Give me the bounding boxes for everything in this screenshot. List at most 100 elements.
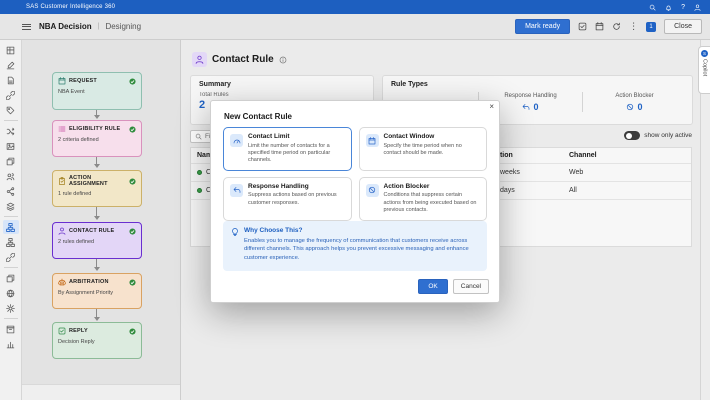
check-circle-icon xyxy=(129,228,136,235)
decision-flow-panel: REQUEST NBA Event ELIGIBILITY RULE 2 cri… xyxy=(22,40,181,400)
decision-mode: Designing xyxy=(105,22,141,31)
close-button[interactable]: Close xyxy=(664,19,702,34)
rail-divider xyxy=(4,318,18,319)
search-icon xyxy=(195,133,202,140)
flow-node-subtitle: 1 rule defined xyxy=(58,191,136,197)
bell-icon[interactable] xyxy=(665,4,672,11)
rule-types-heading: Rule Types xyxy=(391,81,684,88)
mark-ready-button[interactable]: Mark ready xyxy=(515,19,570,34)
help-icon[interactable]: ? xyxy=(681,4,685,11)
flow-node-reply[interactable]: REPLY Decision Reply xyxy=(52,322,142,359)
response-icon xyxy=(230,184,243,197)
rule-channel: All xyxy=(569,187,685,194)
flow-node-subtitle: By Assignment Priority xyxy=(58,290,136,296)
sidebar-item-document[interactable] xyxy=(3,73,19,87)
option-title: Contact Limit xyxy=(248,133,345,140)
sidebar-item-shuffle[interactable] xyxy=(3,124,19,138)
option-desc: Suppress actions based on previous custo… xyxy=(248,192,345,207)
sidebar-item-decision[interactable] xyxy=(3,220,19,234)
page-title: Contact Rule xyxy=(212,54,274,65)
sidebar-item-report[interactable] xyxy=(3,337,19,351)
why-choose-this-panel: Why Choose This? Enables you to manage t… xyxy=(223,221,487,271)
flow-node-title: ACTION ASSIGNMENT xyxy=(69,175,126,187)
option-desc: Limit the number of contacts for a speci… xyxy=(248,143,345,165)
user-icon[interactable] xyxy=(694,4,701,11)
kebab-icon[interactable]: ⋮ xyxy=(629,22,638,31)
option-action-blocker[interactable]: Action Blocker Conditions that suppress … xyxy=(359,177,488,221)
option-title: Action Blocker xyxy=(384,183,481,190)
why-body: Enables you to manage the frequency of c… xyxy=(244,237,479,262)
check-circle-icon xyxy=(129,328,136,335)
option-contact-limit[interactable]: Contact Limit Limit the number of contac… xyxy=(223,127,352,171)
sidebar-item-sitemap[interactable] xyxy=(3,235,19,249)
rail-divider xyxy=(4,120,18,121)
flow-node-title: CONTACT RULE xyxy=(69,228,126,234)
column-channel[interactable]: Channel xyxy=(569,152,685,159)
sidebar-item-globe[interactable] xyxy=(3,286,19,300)
rail-divider xyxy=(4,267,18,268)
option-desc: Conditions that suppress certain actions… xyxy=(384,192,481,214)
info-icon[interactable] xyxy=(279,56,287,64)
contact-rule-chip-icon xyxy=(192,52,207,67)
sidebar-item-connect[interactable] xyxy=(3,250,19,264)
sidebar-item-edit[interactable] xyxy=(3,58,19,72)
flow-node-eligibility-rule[interactable]: ELIGIBILITY RULE 2 criteria defined xyxy=(52,120,142,157)
sidebar-item-archive[interactable] xyxy=(3,322,19,336)
blocker-icon xyxy=(626,103,634,111)
sidebar-item-grid[interactable] xyxy=(3,43,19,57)
option-response-handling[interactable]: Response Handling Suppress actions based… xyxy=(223,177,352,221)
flow-node-title: REPLY xyxy=(69,328,126,334)
ok-button[interactable]: OK xyxy=(418,279,447,294)
rule-channel: Web xyxy=(569,169,685,176)
stat-label: Action Blocker xyxy=(615,93,653,99)
criteria-list-icon xyxy=(58,125,66,133)
flow-arrow xyxy=(94,115,100,119)
flow-node-subtitle: NBA Event xyxy=(58,89,136,95)
copilot-label: Copilot xyxy=(702,59,708,76)
flow-node-contact-rule[interactable]: CONTACT RULE 2 rules defined xyxy=(52,222,142,259)
gauge-icon xyxy=(230,134,243,147)
notification-badge[interactable]: 1 xyxy=(646,22,656,32)
option-title: Contact Window xyxy=(384,133,481,140)
schedule-icon[interactable] xyxy=(595,22,604,31)
sidebar-item-image[interactable] xyxy=(3,139,19,153)
summary-total-label: Total Rules xyxy=(199,92,365,98)
sidebar-item-layout[interactable] xyxy=(3,154,19,168)
right-rail xyxy=(700,40,710,400)
sidebar-item-link[interactable] xyxy=(3,88,19,102)
scale-icon xyxy=(58,278,66,286)
sidebar-item-users[interactable] xyxy=(3,169,19,183)
copilot-tab[interactable]: S Copilot xyxy=(698,46,710,94)
why-title: Why Choose This? xyxy=(244,227,479,234)
sidebar-item-gear[interactable] xyxy=(3,301,19,315)
flow-node-request[interactable]: REQUEST NBA Event xyxy=(52,72,142,110)
option-contact-window[interactable]: Contact Window Specify the time period w… xyxy=(359,127,488,171)
flow-node-subtitle: 2 criteria defined xyxy=(58,137,136,143)
app-window: SAS Customer Intelligence 360 ? NBA Deci… xyxy=(0,0,710,400)
refresh-icon[interactable] xyxy=(612,22,621,31)
menu-icon[interactable] xyxy=(22,24,31,30)
validate-icon[interactable] xyxy=(578,22,587,31)
sidebar-item-tag[interactable] xyxy=(3,103,19,117)
stat-action-blocker: Action Blocker 0 xyxy=(582,92,686,112)
sidebar-item-stack[interactable] xyxy=(3,271,19,285)
search-icon[interactable] xyxy=(649,4,656,11)
copilot-icon: S xyxy=(701,50,708,57)
flow-node-title: ELIGIBILITY RULE xyxy=(69,126,126,132)
sidebar-item-layers[interactable] xyxy=(3,199,19,213)
new-contact-rule-dialog: × New Contact Rule Contact Limit Limit t… xyxy=(210,100,500,303)
sidebar-item-share[interactable] xyxy=(3,184,19,198)
breadcrumb-separator: | xyxy=(98,23,100,30)
flow-node-arbitration[interactable]: ARBITRATION By Assignment Priority xyxy=(52,273,142,309)
check-circle-icon xyxy=(129,178,136,185)
flow-node-action-assignment[interactable]: ACTION ASSIGNMENT 1 rule defined xyxy=(52,170,142,207)
show-only-active-toggle[interactable] xyxy=(624,131,640,140)
check-circle-icon xyxy=(129,78,136,85)
close-icon[interactable]: × xyxy=(489,102,494,111)
dialog-title: New Contact Rule xyxy=(224,112,292,121)
cancel-button[interactable]: Cancel xyxy=(453,279,489,294)
blocker-icon xyxy=(366,184,379,197)
check-circle-icon xyxy=(129,126,136,133)
rail-divider xyxy=(4,216,18,217)
contact-person-icon xyxy=(58,227,66,235)
